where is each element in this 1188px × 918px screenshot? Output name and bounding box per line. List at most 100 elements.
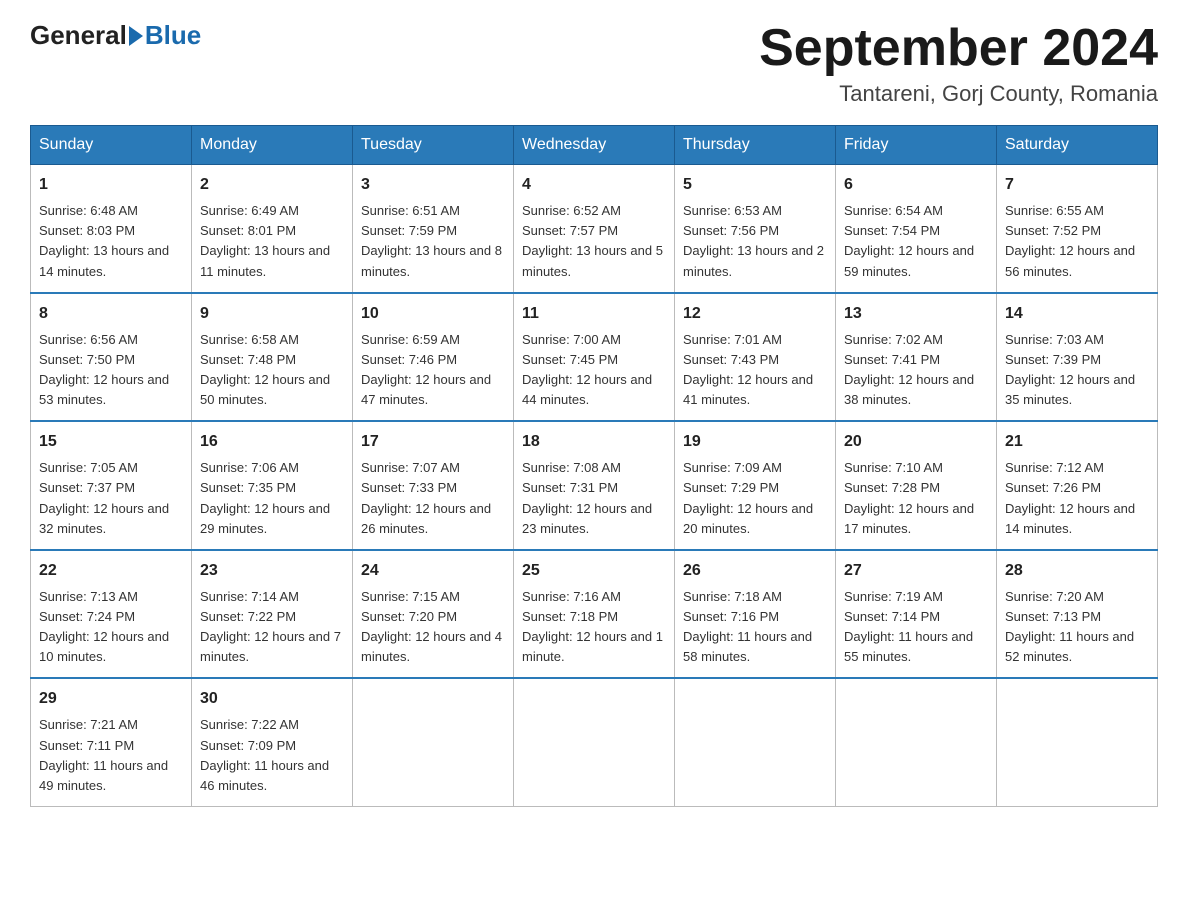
col-sunday: Sunday <box>31 126 192 165</box>
day-info: Sunrise: 7:16 AMSunset: 7:18 PMDaylight:… <box>522 589 663 664</box>
day-number: 17 <box>361 430 505 454</box>
day-number: 13 <box>844 302 988 326</box>
table-row <box>514 678 675 806</box>
day-info: Sunrise: 6:55 AMSunset: 7:52 PMDaylight:… <box>1005 203 1135 278</box>
day-number: 5 <box>683 173 827 197</box>
logo-general-text: General <box>30 20 127 51</box>
day-info: Sunrise: 7:13 AMSunset: 7:24 PMDaylight:… <box>39 589 169 664</box>
day-info: Sunrise: 6:51 AMSunset: 7:59 PMDaylight:… <box>361 203 502 278</box>
logo: General Blue <box>30 20 201 51</box>
day-info: Sunrise: 7:08 AMSunset: 7:31 PMDaylight:… <box>522 460 652 535</box>
day-info: Sunrise: 7:10 AMSunset: 7:28 PMDaylight:… <box>844 460 974 535</box>
table-row <box>675 678 836 806</box>
table-row: 10 Sunrise: 6:59 AMSunset: 7:46 PMDaylig… <box>353 293 514 422</box>
table-row <box>997 678 1158 806</box>
day-number: 11 <box>522 302 666 326</box>
week-row-1: 1 Sunrise: 6:48 AMSunset: 8:03 PMDayligh… <box>31 165 1158 293</box>
day-info: Sunrise: 7:18 AMSunset: 7:16 PMDaylight:… <box>683 589 812 664</box>
day-number: 18 <box>522 430 666 454</box>
table-row: 4 Sunrise: 6:52 AMSunset: 7:57 PMDayligh… <box>514 165 675 293</box>
table-row: 9 Sunrise: 6:58 AMSunset: 7:48 PMDayligh… <box>192 293 353 422</box>
table-row: 22 Sunrise: 7:13 AMSunset: 7:24 PMDaylig… <box>31 550 192 679</box>
day-info: Sunrise: 6:52 AMSunset: 7:57 PMDaylight:… <box>522 203 663 278</box>
day-info: Sunrise: 7:09 AMSunset: 7:29 PMDaylight:… <box>683 460 813 535</box>
table-row: 17 Sunrise: 7:07 AMSunset: 7:33 PMDaylig… <box>353 421 514 550</box>
table-row: 7 Sunrise: 6:55 AMSunset: 7:52 PMDayligh… <box>997 165 1158 293</box>
table-row: 2 Sunrise: 6:49 AMSunset: 8:01 PMDayligh… <box>192 165 353 293</box>
location-title: Tantareni, Gorj County, Romania <box>759 81 1158 107</box>
day-info: Sunrise: 6:53 AMSunset: 7:56 PMDaylight:… <box>683 203 824 278</box>
table-row <box>836 678 997 806</box>
table-row <box>353 678 514 806</box>
day-number: 26 <box>683 559 827 583</box>
table-row: 25 Sunrise: 7:16 AMSunset: 7:18 PMDaylig… <box>514 550 675 679</box>
table-row: 19 Sunrise: 7:09 AMSunset: 7:29 PMDaylig… <box>675 421 836 550</box>
day-info: Sunrise: 6:59 AMSunset: 7:46 PMDaylight:… <box>361 332 491 407</box>
table-row: 1 Sunrise: 6:48 AMSunset: 8:03 PMDayligh… <box>31 165 192 293</box>
day-number: 23 <box>200 559 344 583</box>
col-monday: Monday <box>192 126 353 165</box>
col-friday: Friday <box>836 126 997 165</box>
header: General Blue September 2024 Tantareni, G… <box>30 20 1158 107</box>
logo-blue-text: Blue <box>145 20 201 51</box>
day-info: Sunrise: 6:48 AMSunset: 8:03 PMDaylight:… <box>39 203 169 278</box>
day-number: 8 <box>39 302 183 326</box>
day-info: Sunrise: 7:19 AMSunset: 7:14 PMDaylight:… <box>844 589 973 664</box>
table-row: 18 Sunrise: 7:08 AMSunset: 7:31 PMDaylig… <box>514 421 675 550</box>
day-number: 24 <box>361 559 505 583</box>
day-number: 6 <box>844 173 988 197</box>
header-row: Sunday Monday Tuesday Wednesday Thursday… <box>31 126 1158 165</box>
day-number: 12 <box>683 302 827 326</box>
table-row: 21 Sunrise: 7:12 AMSunset: 7:26 PMDaylig… <box>997 421 1158 550</box>
month-title: September 2024 <box>759 20 1158 77</box>
day-info: Sunrise: 7:01 AMSunset: 7:43 PMDaylight:… <box>683 332 813 407</box>
day-number: 2 <box>200 173 344 197</box>
day-number: 29 <box>39 687 183 711</box>
table-row: 6 Sunrise: 6:54 AMSunset: 7:54 PMDayligh… <box>836 165 997 293</box>
day-number: 14 <box>1005 302 1149 326</box>
day-number: 4 <box>522 173 666 197</box>
table-row: 13 Sunrise: 7:02 AMSunset: 7:41 PMDaylig… <box>836 293 997 422</box>
week-row-4: 22 Sunrise: 7:13 AMSunset: 7:24 PMDaylig… <box>31 550 1158 679</box>
table-row: 3 Sunrise: 6:51 AMSunset: 7:59 PMDayligh… <box>353 165 514 293</box>
table-row: 14 Sunrise: 7:03 AMSunset: 7:39 PMDaylig… <box>997 293 1158 422</box>
week-row-3: 15 Sunrise: 7:05 AMSunset: 7:37 PMDaylig… <box>31 421 1158 550</box>
day-number: 28 <box>1005 559 1149 583</box>
day-number: 27 <box>844 559 988 583</box>
table-row: 23 Sunrise: 7:14 AMSunset: 7:22 PMDaylig… <box>192 550 353 679</box>
day-number: 22 <box>39 559 183 583</box>
table-row: 12 Sunrise: 7:01 AMSunset: 7:43 PMDaylig… <box>675 293 836 422</box>
table-row: 27 Sunrise: 7:19 AMSunset: 7:14 PMDaylig… <box>836 550 997 679</box>
day-number: 9 <box>200 302 344 326</box>
day-number: 21 <box>1005 430 1149 454</box>
day-info: Sunrise: 7:21 AMSunset: 7:11 PMDaylight:… <box>39 717 168 792</box>
day-number: 19 <box>683 430 827 454</box>
day-info: Sunrise: 7:03 AMSunset: 7:39 PMDaylight:… <box>1005 332 1135 407</box>
day-number: 16 <box>200 430 344 454</box>
table-row: 5 Sunrise: 6:53 AMSunset: 7:56 PMDayligh… <box>675 165 836 293</box>
day-info: Sunrise: 7:22 AMSunset: 7:09 PMDaylight:… <box>200 717 329 792</box>
table-row: 28 Sunrise: 7:20 AMSunset: 7:13 PMDaylig… <box>997 550 1158 679</box>
day-number: 1 <box>39 173 183 197</box>
table-row: 30 Sunrise: 7:22 AMSunset: 7:09 PMDaylig… <box>192 678 353 806</box>
day-info: Sunrise: 6:49 AMSunset: 8:01 PMDaylight:… <box>200 203 330 278</box>
col-saturday: Saturday <box>997 126 1158 165</box>
table-row: 26 Sunrise: 7:18 AMSunset: 7:16 PMDaylig… <box>675 550 836 679</box>
day-info: Sunrise: 6:56 AMSunset: 7:50 PMDaylight:… <box>39 332 169 407</box>
day-info: Sunrise: 7:14 AMSunset: 7:22 PMDaylight:… <box>200 589 341 664</box>
col-thursday: Thursday <box>675 126 836 165</box>
day-number: 30 <box>200 687 344 711</box>
title-area: September 2024 Tantareni, Gorj County, R… <box>759 20 1158 107</box>
day-info: Sunrise: 7:00 AMSunset: 7:45 PMDaylight:… <box>522 332 652 407</box>
day-number: 7 <box>1005 173 1149 197</box>
day-info: Sunrise: 7:05 AMSunset: 7:37 PMDaylight:… <box>39 460 169 535</box>
table-row: 24 Sunrise: 7:15 AMSunset: 7:20 PMDaylig… <box>353 550 514 679</box>
calendar-table: Sunday Monday Tuesday Wednesday Thursday… <box>30 125 1158 807</box>
day-info: Sunrise: 7:12 AMSunset: 7:26 PMDaylight:… <box>1005 460 1135 535</box>
table-row: 16 Sunrise: 7:06 AMSunset: 7:35 PMDaylig… <box>192 421 353 550</box>
day-info: Sunrise: 7:07 AMSunset: 7:33 PMDaylight:… <box>361 460 491 535</box>
day-number: 25 <box>522 559 666 583</box>
table-row: 20 Sunrise: 7:10 AMSunset: 7:28 PMDaylig… <box>836 421 997 550</box>
day-info: Sunrise: 7:02 AMSunset: 7:41 PMDaylight:… <box>844 332 974 407</box>
day-info: Sunrise: 7:20 AMSunset: 7:13 PMDaylight:… <box>1005 589 1134 664</box>
